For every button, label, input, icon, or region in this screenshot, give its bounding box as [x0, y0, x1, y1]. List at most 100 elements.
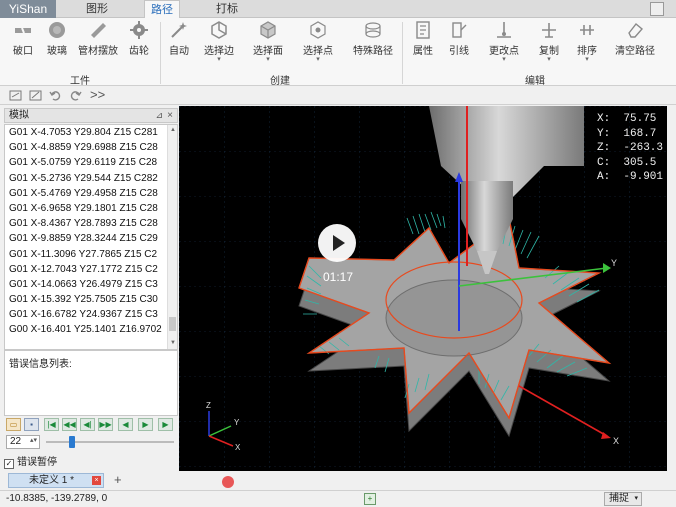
app-logo: YiShan: [0, 0, 56, 18]
clear-path-label: 清空路径: [615, 46, 655, 57]
select-point-icon: [310, 21, 326, 39]
window-restore-button[interactable]: [650, 2, 664, 16]
chevron-down-icon: ▾: [634, 495, 638, 502]
toolbar-overflow-button[interactable]: >>: [90, 87, 105, 102]
play-icon[interactable]: ▶: [158, 418, 173, 431]
gcode-list[interactable]: G01 X-4.7053 Y29.804 Z15 C281 G01 X-4.88…: [4, 124, 178, 350]
change-point-button[interactable]: 更改点 ▾: [484, 20, 524, 66]
break-label: 破口: [13, 46, 33, 57]
pause-on-error-row[interactable]: ✓ 错误暂停: [4, 456, 178, 470]
3d-viewport[interactable]: Y X Z Y X X: 75.75 Y: 168.7 Z: -263.3 C: 30…: [179, 106, 667, 471]
status-bar: -10.8385, -139.2789, 0 + 捕捉 ▾: [0, 490, 676, 507]
special-path-button[interactable]: 特殊路径: [350, 20, 396, 66]
gear-button[interactable]: 齿轮: [124, 20, 154, 66]
tab-path[interactable]: 路径: [144, 0, 180, 19]
select-point-button[interactable]: 选择点 ▾: [298, 20, 338, 66]
select-face-icon: [260, 21, 276, 39]
close-icon[interactable]: ×: [92, 476, 101, 485]
glass-button[interactable]: 玻璃: [42, 20, 72, 66]
gcode-line[interactable]: G01 X-4.8859 Y29.6988 Z15 C28: [5, 140, 168, 155]
scroll-down-icon[interactable]: ▼: [169, 339, 177, 347]
close-icon[interactable]: ×: [167, 109, 173, 122]
speed-spinbox[interactable]: 22 ▴▾: [6, 435, 40, 449]
gcode-line[interactable]: G01 X-15.392 Y25.7505 Z15 C30: [5, 292, 168, 307]
tube-icon: [91, 23, 106, 38]
select-point-label: 选择点: [303, 46, 333, 57]
properties-button[interactable]: 属性: [408, 20, 438, 66]
sort-button[interactable]: 排序 ▾: [572, 20, 602, 66]
rewind-icon[interactable]: ◀◀: [62, 418, 77, 431]
select-edge-icon: [211, 21, 227, 39]
chevron-down-icon: ▾: [316, 56, 320, 63]
speed-slider-track[interactable]: [46, 441, 174, 443]
auto-label: 自动: [169, 46, 189, 57]
skip-start-icon[interactable]: |◀: [44, 418, 59, 431]
status-plus-icon[interactable]: +: [364, 493, 376, 505]
speed-slider-thumb[interactable]: [68, 436, 75, 448]
auto-button[interactable]: 自动: [164, 20, 194, 66]
error-list[interactable]: 错误信息列表:: [4, 350, 178, 416]
change-point-label: 更改点: [489, 46, 519, 57]
gcode-line[interactable]: G01 X-5.2736 Y29.544 Z15 C282: [5, 171, 168, 186]
x-axis-label: X: [613, 436, 619, 446]
sort-label: 排序: [577, 46, 597, 57]
clear-path-button[interactable]: 清空路径: [610, 20, 660, 66]
select-face-button[interactable]: 选择面 ▾: [248, 20, 288, 66]
special-path-label: 特殊路径: [353, 46, 393, 57]
add-tab-button[interactable]: +: [114, 472, 122, 487]
glass-label: 玻璃: [47, 46, 67, 57]
gcode-line[interactable]: G01 X-5.4769 Y29.4958 Z15 C28: [5, 186, 168, 201]
gcode-line[interactable]: G01 X-5.0759 Y29.6119 Z15 C28: [5, 155, 168, 170]
gcode-line[interactable]: G01 X-9.8859 Y28.3244 Z15 C29: [5, 231, 168, 246]
spin-arrows-icon[interactable]: ▴▾: [30, 435, 37, 447]
gcode-line[interactable]: G01 X-14.0663 Y26.4979 Z15 C3: [5, 277, 168, 292]
pause-on-error-checkbox[interactable]: ✓: [4, 459, 14, 469]
scroll-thumb[interactable]: [169, 317, 176, 331]
gcode-scrollbar[interactable]: ▲ ▼: [167, 125, 177, 349]
undo-icon[interactable]: [48, 88, 63, 103]
y-axis-label: Y: [611, 258, 617, 268]
gcode-line[interactable]: G00 X-16.401 Y25.1401 Z16.9702: [5, 322, 168, 337]
tab-marking[interactable]: 打标: [210, 0, 244, 18]
step-back-icon[interactable]: ◀|: [80, 418, 95, 431]
special-path-icon: [365, 22, 381, 38]
group-separator: [160, 22, 161, 84]
snap-dropdown[interactable]: 捕捉 ▾: [604, 492, 642, 506]
lead-button[interactable]: 引线: [444, 20, 474, 66]
panel-title: 模拟: [9, 110, 29, 121]
gcode-line[interactable]: G01 X-16.6782 Y24.9367 Z15 C3: [5, 307, 168, 322]
gcode-line[interactable]: G01 X-12.7043 Y27.1772 Z15 C2: [5, 262, 168, 277]
tube-placement-button[interactable]: 管材摆放: [76, 20, 120, 66]
gcode-line[interactable]: G01 X-6.9658 Y29.1801 Z15 C28: [5, 201, 168, 216]
step-prev-icon[interactable]: ◀: [118, 418, 133, 431]
save-icon[interactable]: ▪: [24, 418, 39, 431]
select-edge-button[interactable]: 选择边 ▾: [200, 20, 238, 66]
gear-icon: [130, 21, 148, 39]
chevron-down-icon: ▾: [585, 56, 589, 63]
document-tab[interactable]: 未定义 1 * ×: [8, 473, 104, 488]
redo-icon[interactable]: [68, 88, 83, 103]
chevron-down-icon: ▾: [547, 56, 551, 63]
readout-y: Y: 168.7: [597, 127, 657, 140]
triad-y-label: Y: [234, 418, 240, 427]
copy-button[interactable]: 复制 ▾: [534, 20, 564, 66]
gcode-line[interactable]: G01 X-8.4367 Y28.7893 Z15 C28: [5, 216, 168, 231]
copy-icon: [542, 23, 556, 38]
gcode-line[interactable]: G01 X-11.3096 Y27.7865 Z15 C2: [5, 247, 168, 262]
pause-on-error-label: 错误暂停: [17, 457, 57, 468]
folder-icon[interactable]: ▭: [6, 418, 21, 431]
export-icon[interactable]: [28, 88, 43, 103]
scroll-up-icon[interactable]: ▲: [169, 126, 177, 134]
document-tab-bar: 未定义 1 * × +: [0, 472, 676, 489]
gcode-line[interactable]: G01 X-4.7053 Y29.804 Z15 C281: [5, 125, 168, 140]
break-button[interactable]: 破口: [8, 20, 38, 66]
fast-forward-icon[interactable]: ▶▶: [98, 418, 113, 431]
lead-icon: [452, 22, 467, 38]
pin-icon[interactable]: ⊿: [155, 109, 163, 122]
playback-controls: ▭ ▪ |◀ ◀◀ ◀| ▶▶ ◀ ▶ ▶: [4, 418, 178, 432]
tab-graphics[interactable]: 图形: [80, 0, 114, 18]
video-play-button[interactable]: [318, 224, 356, 262]
wand-icon: [171, 22, 187, 38]
step-next-icon[interactable]: ▶: [138, 418, 153, 431]
open-icon[interactable]: [8, 88, 23, 103]
